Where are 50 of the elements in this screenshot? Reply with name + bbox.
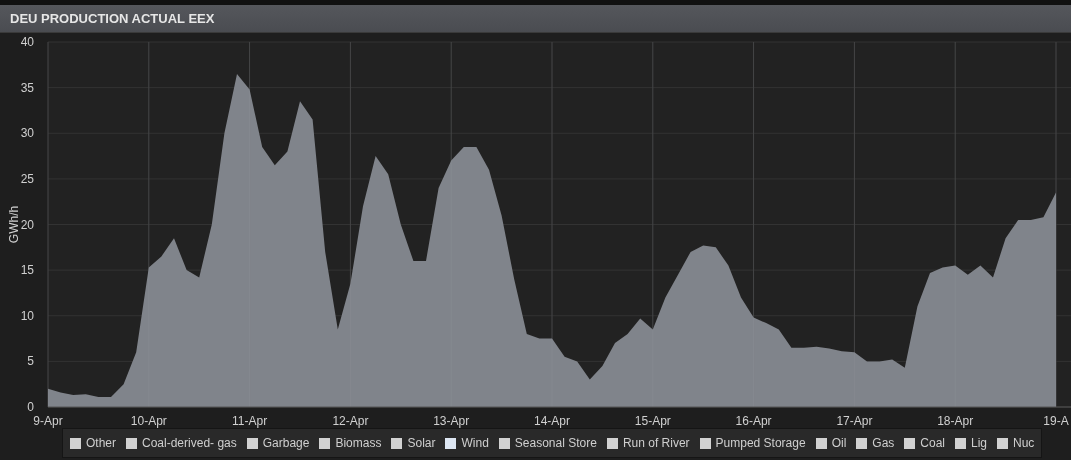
legend-swatch[interactable] (246, 437, 258, 449)
y-tick-label: 0 (27, 400, 34, 414)
x-tick-label: 9-Apr (33, 414, 63, 428)
legend-label[interactable]: Oil (831, 436, 847, 450)
legend-swatch[interactable] (904, 437, 916, 449)
legend-label[interactable]: Nuc (1013, 436, 1035, 450)
y-tick-label: 25 (20, 171, 34, 186)
y-axis-title: GWh/h (7, 205, 21, 244)
legend-swatch[interactable] (856, 437, 868, 449)
legend-swatch[interactable] (70, 437, 81, 449)
legend-swatch[interactable] (445, 437, 457, 449)
x-tick-label: 12-Apr (332, 414, 369, 428)
legend-swatch[interactable] (391, 437, 403, 449)
y-tick-label: 30 (20, 126, 34, 141)
legend-label[interactable]: Pumped Storage (715, 436, 806, 450)
x-tick-label: 19-A (1043, 414, 1069, 428)
legend-swatch[interactable] (606, 437, 618, 449)
y-tick-label: 40 (20, 35, 34, 49)
legend-label[interactable]: Lig (971, 436, 988, 450)
legend-label[interactable]: Solar (407, 436, 436, 450)
legend-swatch[interactable] (997, 437, 1009, 449)
y-tick-label: 35 (20, 80, 34, 95)
legend-label[interactable]: Run of River (622, 436, 690, 450)
y-tick-label: 20 (20, 217, 34, 232)
x-tick-label: 15-Apr (634, 414, 671, 428)
x-tick-label: 10-Apr (130, 414, 167, 428)
y-tick-label: 5 (27, 354, 34, 369)
legend-label[interactable]: Seasonal Store (514, 436, 597, 450)
legend-label[interactable]: Wind (461, 436, 489, 450)
x-tick-label: 17-Apr (836, 414, 873, 428)
panel-title: DEU PRODUCTION ACTUAL EEX (10, 11, 215, 26)
legend-label[interactable]: Other (86, 436, 116, 450)
legend-label[interactable]: Gas (872, 436, 895, 450)
x-tick-label: 16-Apr (735, 414, 772, 428)
x-tick-label: 18-Apr (937, 414, 974, 428)
legend-swatch[interactable] (126, 437, 137, 449)
legend-swatch[interactable] (955, 437, 966, 449)
legend-label[interactable]: Garbage (262, 436, 310, 450)
legend-label[interactable]: Coal (920, 436, 945, 450)
x-tick-label: 11-Apr (232, 414, 268, 428)
legend-label[interactable]: Coal-derived- gas (142, 436, 237, 450)
y-tick-label: 10 (20, 308, 34, 323)
y-tick-label: 15 (20, 263, 34, 278)
legend-label[interactable]: Biomass (335, 436, 382, 450)
x-tick-label: 14-Apr (534, 414, 570, 428)
legend-swatch[interactable] (498, 437, 510, 449)
legend-swatch[interactable] (699, 437, 711, 449)
x-tick-label: 13-Apr (433, 414, 470, 428)
legend-swatch[interactable] (815, 437, 827, 449)
legend-swatch[interactable] (319, 437, 331, 449)
